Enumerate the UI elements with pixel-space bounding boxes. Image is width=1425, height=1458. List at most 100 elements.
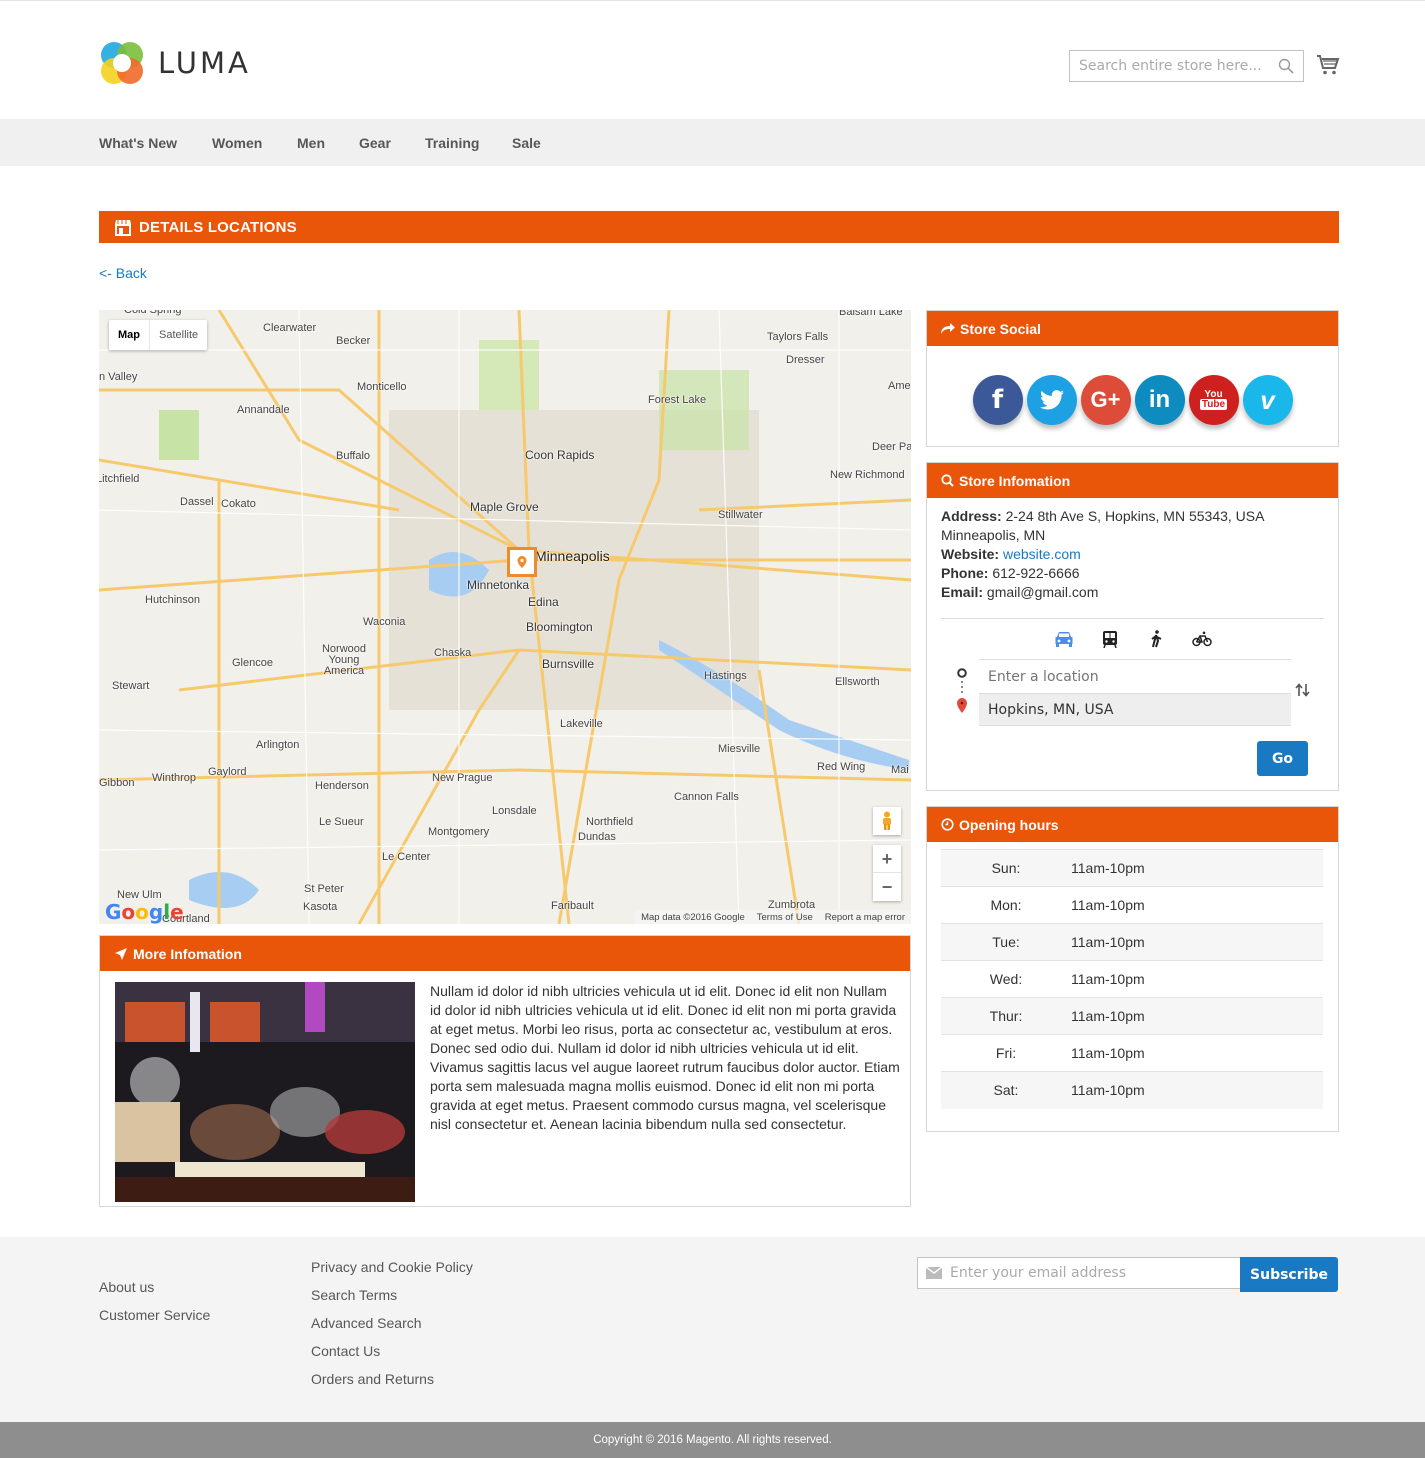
- store-location-marker[interactable]: [507, 547, 537, 577]
- store-icon: [115, 220, 131, 236]
- map-label: Dundas: [578, 831, 616, 843]
- map-label: Stillwater: [718, 509, 763, 521]
- map-label: Dresser: [786, 354, 825, 366]
- hours-value: 11am-10pm: [1071, 1008, 1145, 1024]
- store-social-header: Store Social: [927, 311, 1338, 346]
- travel-mode-walk[interactable]: [1146, 629, 1166, 649]
- subscribe-button[interactable]: Subscribe: [1240, 1257, 1338, 1292]
- page-title-bar: DETAILS LOCATIONS: [99, 211, 1339, 243]
- day-label: Mon:: [990, 897, 1022, 913]
- google-plus-link[interactable]: G+: [1080, 375, 1131, 425]
- map-label: Hastings: [704, 670, 747, 682]
- map-type-satellite[interactable]: Satellite: [150, 320, 207, 350]
- linkedin-link[interactable]: in: [1134, 375, 1185, 425]
- day-label: Sat:: [993, 1082, 1019, 1099]
- map-zoom-control: + −: [873, 845, 901, 901]
- luma-logo[interactable]: LUMA: [99, 40, 251, 86]
- travel-mode-transit[interactable]: [1100, 629, 1120, 649]
- map-label: Faribault: [551, 900, 594, 912]
- store-details: Address: 2-24 8th Ave S, Hopkins, MN 553…: [927, 498, 1338, 602]
- website-label: Website:: [941, 546, 1000, 562]
- nav-women[interactable]: Women: [212, 135, 262, 151]
- car-icon: [1055, 632, 1072, 647]
- map-label: Cold Spring: [124, 310, 182, 316]
- store-social-panel: Store Social f G+ in You Tube v: [926, 310, 1339, 447]
- youtube-link[interactable]: You Tube: [1188, 375, 1239, 425]
- map-label: Red Wing: [817, 761, 866, 773]
- facebook-link[interactable]: f: [972, 375, 1023, 425]
- map-tiles[interactable]: [99, 310, 911, 924]
- nav-men[interactable]: Men: [297, 135, 325, 151]
- origin-input[interactable]: [979, 660, 1291, 693]
- map-label: Mai: [891, 764, 909, 776]
- map-label: Edina: [528, 595, 559, 609]
- map-label: Le Sueur: [319, 816, 364, 828]
- nav-training[interactable]: Training: [425, 135, 479, 151]
- map-label: St Peter: [304, 883, 344, 895]
- google-logo: Google: [105, 900, 184, 924]
- social-links: f G+ in You Tube v: [927, 346, 1338, 425]
- search-icon: [941, 474, 954, 487]
- opening-hours-panel: Opening hours Sun: 11am-10pm Mon: 11am-10p…: [926, 806, 1339, 1132]
- zoom-in-button[interactable]: +: [873, 845, 901, 873]
- destination-input[interactable]: Hopkins, MN, USA: [979, 693, 1291, 726]
- report-map-error-link[interactable]: Report a map error: [825, 912, 905, 923]
- map-type-map[interactable]: Map: [109, 320, 150, 350]
- terms-of-use-link[interactable]: Terms of Use: [757, 912, 813, 923]
- address-label: Address:: [941, 508, 1002, 524]
- envelope-icon: [926, 1267, 942, 1279]
- map-label: New Prague: [432, 772, 493, 784]
- opening-hours-header: Opening hours: [927, 807, 1338, 842]
- map-label: Glencoe: [232, 657, 273, 669]
- footer-link-orders-returns[interactable]: Orders and Returns: [311, 1371, 434, 1387]
- hours-table: Sun: 11am-10pm Mon: 11am-10pm Tue: 11am-10p…: [941, 849, 1323, 1109]
- bike-icon: [1191, 631, 1212, 647]
- google-plus-icon: G+: [1090, 387, 1121, 412]
- newsletter-field[interactable]: [917, 1257, 1241, 1289]
- hours-row: Tue: 11am-10pm: [941, 923, 1323, 961]
- nav-gear[interactable]: Gear: [359, 135, 391, 151]
- nav-whats-new[interactable]: What's New: [99, 135, 177, 151]
- hours-row: Thur: 11am-10pm: [941, 997, 1323, 1035]
- map-label: Maple Grove: [470, 500, 539, 514]
- zoom-out-button[interactable]: −: [873, 873, 901, 901]
- footer-link-about-us[interactable]: About us: [99, 1279, 154, 1295]
- store-info-header: Store Infomation: [927, 463, 1338, 498]
- footer-link-privacy[interactable]: Privacy and Cookie Policy: [311, 1259, 473, 1275]
- map-label: Coon Rapids: [525, 448, 595, 462]
- map-label: Ame: [888, 380, 911, 392]
- back-link[interactable]: <- Back: [99, 265, 147, 281]
- travel-mode-car[interactable]: [1054, 629, 1074, 649]
- vimeo-link[interactable]: v: [1242, 375, 1293, 425]
- travel-mode-bike[interactable]: [1191, 629, 1212, 649]
- footer-link-search-terms[interactable]: Search Terms: [311, 1287, 397, 1303]
- store-info-title: Store Infomation: [959, 472, 1071, 489]
- footer-link-contact-us[interactable]: Contact Us: [311, 1343, 380, 1359]
- map-label: Buffalo: [336, 450, 371, 462]
- day-label: Sun:: [991, 860, 1021, 876]
- search-icon[interactable]: [1278, 58, 1294, 74]
- map-label: Taylors Falls: [767, 331, 829, 343]
- google-map[interactable]: Map Satellite Cold Spring Clearwater Bec…: [99, 310, 911, 924]
- nav-sale[interactable]: Sale: [512, 135, 541, 151]
- street-view-pegman[interactable]: [873, 807, 901, 835]
- map-label: Henderson: [315, 780, 369, 792]
- hours-row: Fri: 11am-10pm: [941, 1034, 1323, 1072]
- more-info-title: More Infomation: [133, 945, 242, 962]
- footer-link-advanced-search[interactable]: Advanced Search: [311, 1315, 422, 1331]
- map-label: Cokato: [221, 498, 256, 510]
- twitter-link[interactable]: [1026, 375, 1077, 425]
- map-label: Dassel: [180, 496, 214, 508]
- cart-icon[interactable]: [1316, 53, 1340, 77]
- map-data-credit: Map data ©2016 Google: [641, 911, 745, 923]
- map-label: Litchfield: [99, 473, 140, 485]
- search-box[interactable]: [1069, 50, 1304, 82]
- newsletter-email-input[interactable]: [942, 1258, 1222, 1288]
- search-input[interactable]: [1070, 51, 1270, 81]
- swap-directions-icon[interactable]: [1295, 683, 1311, 697]
- footer-link-customer-service[interactable]: Customer Service: [99, 1307, 210, 1323]
- map-label: Monticello: [357, 381, 407, 393]
- go-button[interactable]: Go: [1257, 741, 1308, 776]
- hours-row: Sun: 11am-10pm: [941, 849, 1323, 887]
- website-link[interactable]: website.com: [1003, 546, 1081, 562]
